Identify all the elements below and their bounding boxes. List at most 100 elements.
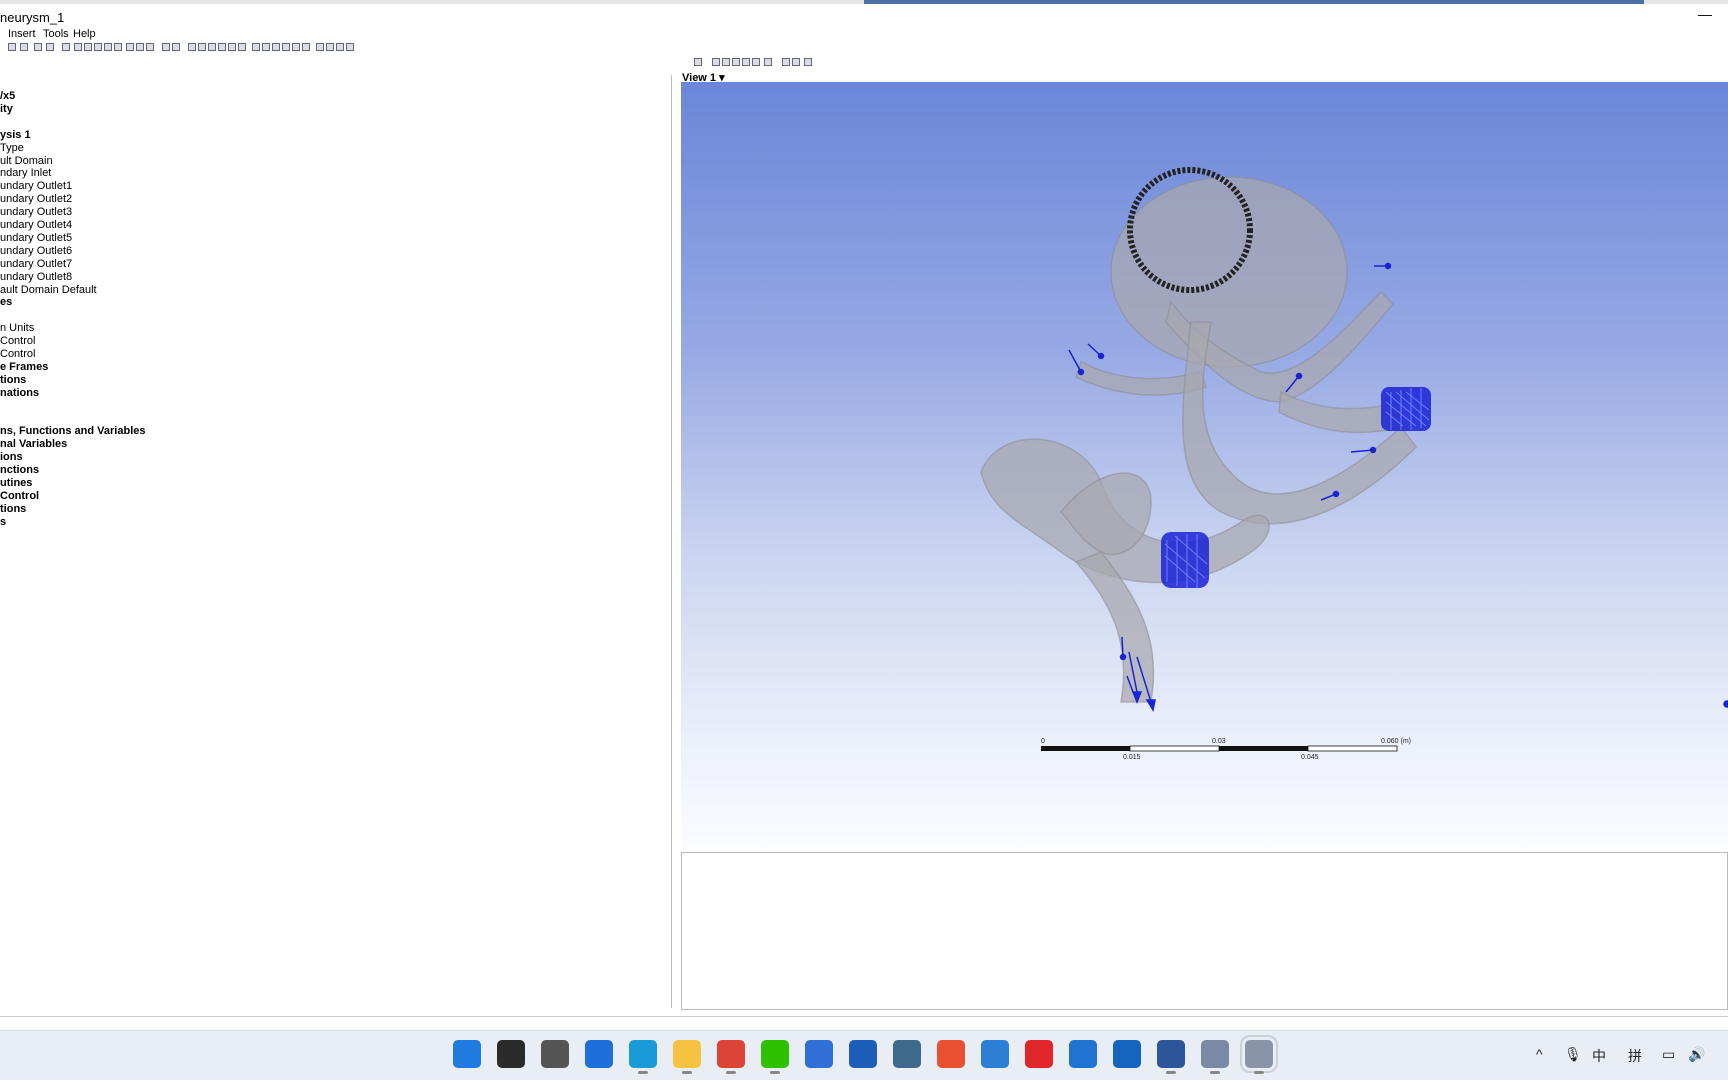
toolbar-tool-icon[interactable]: [272, 43, 280, 51]
tree-item[interactable]: utines: [0, 477, 32, 490]
toolbar-tool-icon[interactable]: [252, 43, 260, 51]
tree-item[interactable]: Control: [0, 348, 35, 361]
search-icon[interactable]: [497, 1040, 525, 1068]
toolbar-tool-icon[interactable]: [136, 43, 144, 51]
toolbar-tool-icon[interactable]: [326, 43, 334, 51]
toolbar-tool-icon[interactable]: [316, 43, 324, 51]
tree-item[interactable]: undary Outlet8: [0, 271, 72, 284]
minimize-button[interactable]: —: [1698, 6, 1712, 22]
file-explorer-icon[interactable]: [673, 1040, 701, 1074]
tree-item[interactable]: nations: [0, 387, 39, 400]
microphone-icon[interactable]: 🎙: [1564, 1046, 1582, 1063]
viewer-tool-icon[interactable]: [732, 58, 740, 66]
toolbar-tool-icon[interactable]: [292, 43, 300, 51]
toolbar-tool-icon[interactable]: [114, 43, 122, 51]
toolbar-tool-icon[interactable]: [346, 43, 354, 51]
toolbar-tool-icon[interactable]: [172, 43, 180, 51]
viewer-tool-icon[interactable]: [722, 58, 730, 66]
toolbar-tool-icon[interactable]: [126, 43, 134, 51]
tree-item[interactable]: nctions: [0, 464, 39, 477]
app-grey-circle-icon[interactable]: [1201, 1040, 1229, 1074]
word-icon[interactable]: [1157, 1040, 1185, 1074]
tree-item[interactable]: e Frames: [0, 361, 48, 374]
tree-item[interactable]: /x5: [0, 90, 15, 103]
tree-item[interactable]: undary Outlet3: [0, 206, 72, 219]
viewer-tool-icon[interactable]: [694, 58, 702, 66]
tree-item[interactable]: undary Outlet7: [0, 258, 72, 271]
toolbar-tool-icon[interactable]: [34, 43, 42, 51]
tree-item[interactable]: tions: [0, 503, 26, 516]
tree-item[interactable]: tions: [0, 374, 26, 387]
menu-tools[interactable]: Tools: [43, 28, 69, 40]
toolbar-tool-icon[interactable]: [94, 43, 102, 51]
viewer-tool-icon[interactable]: [782, 58, 790, 66]
toolbar-tool-icon[interactable]: [238, 43, 246, 51]
toolbar-tool-icon[interactable]: [162, 43, 170, 51]
task-view-icon[interactable]: [541, 1040, 569, 1068]
tree-item[interactable]: es: [0, 296, 12, 309]
tree-item[interactable]: Control: [0, 335, 35, 348]
toolbar-tool-icon[interactable]: [302, 43, 310, 51]
toolbar-tool-icon[interactable]: [228, 43, 236, 51]
viewer-tool-icon[interactable]: [712, 58, 720, 66]
ime-mode-icon[interactable]: 中: [1592, 1046, 1606, 1066]
3d-viewport[interactable]: 0 0.03 0.060 (m) 0.015 0.045: [681, 82, 1728, 848]
toolbar-tool-icon[interactable]: [74, 43, 82, 51]
toolbar-tool-icon[interactable]: [46, 43, 54, 51]
toolbar-tool-icon[interactable]: [62, 43, 70, 51]
tree-item[interactable]: nal Variables: [0, 438, 67, 451]
app-shield-icon[interactable]: [849, 1040, 877, 1068]
tree-item[interactable]: undary Outlet4: [0, 219, 72, 232]
tree-item[interactable]: n Units: [0, 322, 34, 335]
tree-item[interactable]: ns, Functions and Variables: [0, 425, 145, 438]
volume-icon[interactable]: 🔊: [1688, 1046, 1705, 1063]
viewer-tool-icon[interactable]: [752, 58, 760, 66]
tree-item[interactable]: undary Outlet2: [0, 193, 72, 206]
tree-item[interactable]: ions: [0, 451, 23, 464]
viewer-tool-icon[interactable]: [804, 58, 812, 66]
widgets-icon[interactable]: [585, 1040, 613, 1068]
tray-chevron-icon[interactable]: ^: [1536, 1046, 1543, 1062]
toolbar-tool-icon[interactable]: [262, 43, 270, 51]
tree-item[interactable]: Type: [0, 142, 24, 155]
toolbar-tool-icon[interactable]: [146, 43, 154, 51]
toolbar-tool-icon[interactable]: [336, 43, 344, 51]
app-red-x-icon[interactable]: [937, 1040, 965, 1068]
toolbar-tool-icon[interactable]: [20, 43, 28, 51]
tree-item[interactable]: ity: [0, 103, 13, 116]
viewer-tool-icon[interactable]: [764, 58, 772, 66]
menu-help[interactable]: Help: [73, 28, 96, 40]
viewer-tool-icon[interactable]: [792, 58, 800, 66]
tree-item[interactable]: Control: [0, 490, 39, 503]
netease-music-icon[interactable]: [1025, 1040, 1053, 1068]
menu-insert[interactable]: Insert: [8, 28, 36, 40]
toolbar-tool-icon[interactable]: [282, 43, 290, 51]
toolbar-tool-icon[interactable]: [218, 43, 226, 51]
toolbar-tool-icon[interactable]: [198, 43, 206, 51]
edge-icon[interactable]: [629, 1040, 657, 1074]
toolbar-tool-icon[interactable]: [8, 43, 16, 51]
tree-item[interactable]: ysis 1: [0, 129, 31, 142]
app-mountain-icon[interactable]: [1113, 1040, 1141, 1068]
ansys-cfx-icon[interactable]: [1240, 1035, 1278, 1074]
wechat-icon[interactable]: [761, 1040, 789, 1074]
tree-item[interactable]: undary Outlet6: [0, 245, 72, 258]
tree-item[interactable]: ult Domain: [0, 155, 53, 168]
display-icon[interactable]: ▭: [1662, 1046, 1675, 1063]
tree-item[interactable]: ault Domain Default: [0, 284, 97, 297]
tree-item[interactable]: undary Outlet1: [0, 180, 72, 193]
tree-item[interactable]: ndary Inlet: [0, 167, 51, 180]
toolbar-tool-icon[interactable]: [104, 43, 112, 51]
viewer-tool-icon[interactable]: [742, 58, 750, 66]
chrome-icon[interactable]: [717, 1040, 745, 1074]
toolbar-tool-icon[interactable]: [84, 43, 92, 51]
notepad-icon[interactable]: [981, 1040, 1009, 1068]
app-blue-stripes-icon[interactable]: [805, 1040, 833, 1068]
ime-pinyin-icon[interactable]: 拼: [1628, 1046, 1642, 1066]
photos-icon[interactable]: [893, 1040, 921, 1068]
tree-item[interactable]: undary Outlet5: [0, 232, 72, 245]
toolbar-tool-icon[interactable]: [208, 43, 216, 51]
windows-start-icon[interactable]: [453, 1040, 481, 1068]
mail-icon[interactable]: [1069, 1040, 1097, 1068]
tree-item[interactable]: s: [0, 516, 6, 529]
